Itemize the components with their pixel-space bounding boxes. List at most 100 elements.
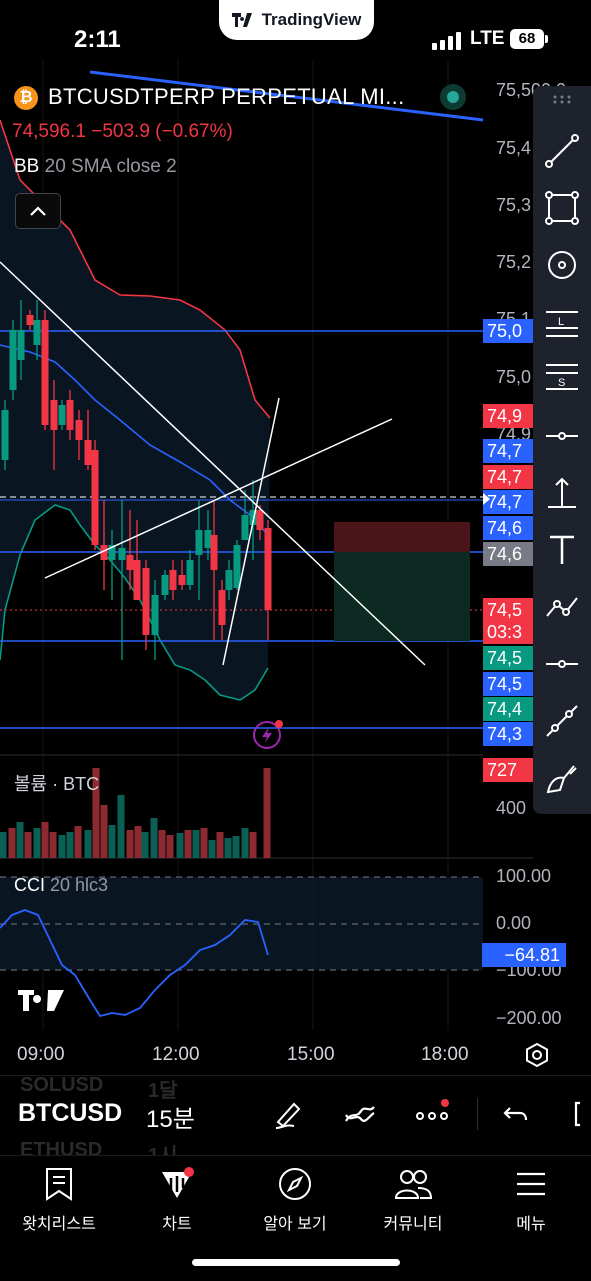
extended-line-tool-icon[interactable] xyxy=(541,700,583,742)
volume-bar xyxy=(224,838,232,858)
candle-body xyxy=(118,548,126,560)
ray-tool-icon[interactable] xyxy=(541,643,583,685)
indicator-name: BB xyxy=(14,156,40,177)
rectangle-tool-icon[interactable] xyxy=(541,187,583,229)
candle-body xyxy=(264,528,272,610)
vertical-arrow-tool-icon[interactable] xyxy=(541,472,583,514)
candle-body xyxy=(33,320,41,345)
time-axis-label: 12:00 xyxy=(152,1044,200,1065)
volume-bar xyxy=(141,832,149,858)
horizontal-line-tool-icon[interactable] xyxy=(541,415,583,457)
nav-chart[interactable]: 차트 xyxy=(118,1156,236,1234)
market-status-icon[interactable] xyxy=(440,84,466,110)
undo-icon[interactable] xyxy=(498,1096,534,1132)
volume-bar xyxy=(49,832,57,858)
price-tag: 74,4 xyxy=(483,697,539,721)
time-axis-label: 09:00 xyxy=(17,1044,65,1065)
candle-body xyxy=(75,420,83,440)
collapse-legend-button[interactable] xyxy=(15,193,61,229)
volume-bar xyxy=(208,840,216,858)
nav-label: 알아 보기 xyxy=(263,1216,327,1233)
battery-icon: 68 xyxy=(510,29,544,49)
volume-bar xyxy=(216,832,224,858)
volume-bar xyxy=(24,832,32,858)
indicators-icon[interactable] xyxy=(342,1096,378,1132)
price-tag: 74,5 xyxy=(483,646,539,670)
volume-bar xyxy=(41,822,49,858)
more-options-icon[interactable] xyxy=(414,1096,450,1132)
chart-icon xyxy=(157,1164,197,1204)
nav-explore[interactable]: 알아 보기 xyxy=(236,1156,354,1234)
volume-bar xyxy=(232,836,240,858)
tradingview-logo-icon xyxy=(231,13,252,27)
symbol-picker[interactable]: BTCUSD xyxy=(18,1099,122,1128)
volume-bar xyxy=(66,832,74,858)
fullscreen-icon[interactable] xyxy=(570,1096,591,1132)
text-tool-icon[interactable] xyxy=(541,529,583,571)
volume-bar xyxy=(241,828,249,858)
cci-axis-label: −200.00 xyxy=(496,1008,562,1028)
candle-body xyxy=(210,535,218,570)
candle-body xyxy=(161,575,169,595)
volume-bar xyxy=(74,826,82,858)
nav-label: 메뉴 xyxy=(516,1216,546,1233)
candle-body xyxy=(256,510,264,530)
menu-icon xyxy=(511,1164,551,1204)
indicator-params: 20 SMA close 2 xyxy=(44,156,177,177)
trend-line-tool-icon[interactable] xyxy=(541,130,583,172)
short-position-tool-icon[interactable]: S xyxy=(541,358,583,400)
candle-body xyxy=(91,450,99,545)
price-tag: 74,6 xyxy=(483,516,539,540)
indicator-legend-bb[interactable]: BB 20 SMA close 2 xyxy=(14,156,177,178)
candle-body xyxy=(84,440,92,465)
nav-watchlist[interactable]: 왓치리스트 xyxy=(0,1156,118,1234)
candle-body xyxy=(1,410,9,460)
cci-legend[interactable]: CCI 20 hlc3 xyxy=(14,875,108,896)
symbol-title[interactable]: BTCUSDTPERP PERPETUAL MI... xyxy=(48,84,405,110)
circle-tool-icon[interactable] xyxy=(541,244,583,286)
candle-body xyxy=(66,400,74,430)
candle-body xyxy=(241,515,249,540)
candle-body xyxy=(195,530,203,555)
cci-value-tag: −64.81 xyxy=(482,943,566,967)
price-axis-label: 75,2 xyxy=(496,252,532,272)
path-tool-icon[interactable] xyxy=(541,586,583,628)
candle-body xyxy=(9,330,17,390)
price-tag: 74,7 xyxy=(483,465,539,489)
candle-body xyxy=(169,570,177,590)
price-tag: 75,0 xyxy=(483,319,539,343)
last-price: 74,596.1 xyxy=(12,121,86,142)
interval-picker[interactable]: 15분 xyxy=(146,1099,195,1134)
toolbar-divider xyxy=(477,1098,478,1130)
volume-bar xyxy=(100,805,108,858)
candle-body xyxy=(186,560,194,585)
candle-body xyxy=(50,400,58,430)
nav-community[interactable]: 커뮤니티 xyxy=(354,1156,472,1234)
long-position-tool-icon[interactable]: L xyxy=(541,301,583,343)
nav-menu[interactable]: 메뉴 xyxy=(472,1156,590,1234)
price-axis-label: 75,3 xyxy=(496,195,532,215)
price-chart[interactable] xyxy=(0,55,533,1055)
time-axis-label: 18:00 xyxy=(421,1044,469,1065)
price-tag: 74,7 xyxy=(483,490,539,514)
volume-legend[interactable]: 볼륨 · BTC xyxy=(14,770,99,796)
toolbar-drag-handle-icon[interactable] xyxy=(541,86,583,112)
volume-bar xyxy=(249,832,257,858)
cci-params: 20 hlc3 xyxy=(50,875,109,895)
candle-body xyxy=(26,315,34,325)
volume-bar xyxy=(84,830,92,858)
drawing-pen-icon[interactable] xyxy=(270,1096,306,1132)
battery-cap xyxy=(545,35,548,43)
candle-body xyxy=(142,568,150,635)
candle-body xyxy=(58,405,66,425)
flash-alert-icon[interactable] xyxy=(252,718,286,752)
app-pill-label: TradingView xyxy=(261,10,362,29)
settings-hexagon-icon[interactable] xyxy=(524,1042,550,1068)
candle-body xyxy=(41,320,49,425)
nav-label: 왓치리스트 xyxy=(22,1216,96,1233)
chevron-up-icon xyxy=(30,206,46,216)
brush-tool-icon[interactable] xyxy=(541,757,583,799)
price-tag: 74,3 xyxy=(483,722,539,746)
cci-axis-label: 0.00 xyxy=(496,913,532,933)
community-icon xyxy=(393,1164,433,1204)
